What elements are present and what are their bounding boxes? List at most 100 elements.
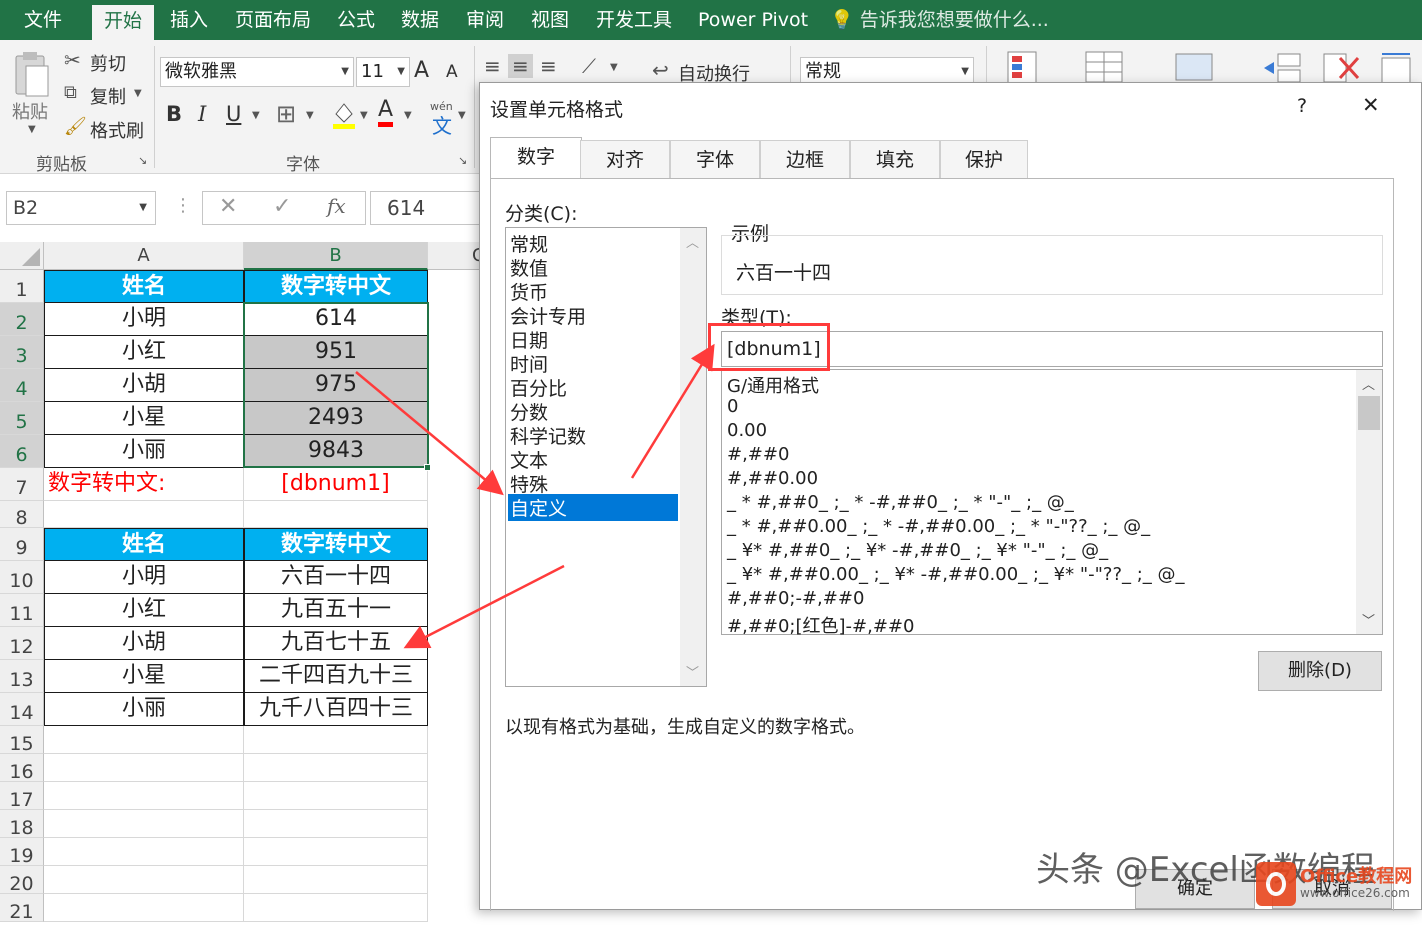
format-item[interactable]: #,##0 [727, 444, 789, 465]
table2-cell-chinese[interactable]: 九百五十一 [244, 594, 428, 627]
table1-cell-number[interactable]: 2493 [244, 402, 428, 435]
font-size-select[interactable]: 11 ▼ [356, 57, 410, 87]
bold-button[interactable]: B [166, 102, 182, 126]
row-header-4[interactable]: 4 [0, 369, 44, 402]
grow-font-button[interactable]: A [414, 58, 429, 83]
align-top-icon[interactable]: ≡ [484, 54, 501, 78]
column-header-a[interactable]: A [44, 242, 244, 270]
table1-cell-number[interactable]: 9843 [244, 435, 428, 468]
menu-page-layout[interactable]: 页面布局 [235, 0, 311, 40]
table2-header-name[interactable]: 姓名 [44, 528, 244, 561]
row-header-6[interactable]: 6 [0, 435, 44, 468]
tab-alignment[interactable]: 对齐 [580, 140, 670, 178]
category-item[interactable]: 常规 [510, 230, 548, 257]
table1-cell-number[interactable]: 975 [244, 369, 428, 402]
help-button[interactable]: ? [1297, 95, 1307, 117]
table2-cell-name[interactable]: 小丽 [44, 693, 244, 726]
format-list[interactable]: G/通用格式 0 0.00 #,##0 #,##0.00 _ * #,##0_ ;_ * … [721, 369, 1383, 637]
table2-header-converted[interactable]: 数字转中文 [244, 528, 428, 561]
dialog-launcher-icon[interactable]: ↘ [458, 154, 467, 167]
row-header-17[interactable]: 17 [0, 782, 44, 811]
menu-formulas[interactable]: 公式 [337, 0, 375, 40]
row-header-5[interactable]: 5 [0, 402, 44, 435]
table1-cell-name[interactable]: 小红 [44, 336, 244, 369]
table2-cell-chinese[interactable]: 九千八百四十三 [244, 693, 428, 726]
table2-cell-name[interactable]: 小胡 [44, 627, 244, 660]
row7-format-value[interactable]: [dbnum1] [244, 468, 428, 501]
tab-border[interactable]: 边框 [760, 140, 850, 178]
tab-fill[interactable]: 填充 [850, 140, 940, 178]
format-item[interactable]: _ * #,##0_ ;_ * -#,##0_ ;_ * "-"_ ;_ @_ [727, 492, 1074, 513]
row-header-7[interactable]: 7 [0, 468, 44, 501]
grid-cell[interactable] [44, 866, 244, 894]
table2-cell-chinese[interactable]: 二千四百九十三 [244, 660, 428, 693]
tab-font[interactable]: 字体 [670, 140, 760, 178]
select-all-corner[interactable] [0, 242, 44, 270]
scrollbar-thumb[interactable] [1358, 396, 1380, 430]
category-item[interactable]: 特殊 [510, 470, 548, 497]
category-item[interactable]: 文本 [510, 446, 548, 473]
shrink-font-button[interactable]: A [446, 62, 458, 82]
row-header-20[interactable]: 20 [0, 866, 44, 895]
borders-icon[interactable]: ⊞ [276, 100, 296, 128]
category-list[interactable]: 常规 数值 货币 会计专用 日期 时间 百分比 分数 科学记数 文本 特殊 自定义 ︿ ﹀ [505, 227, 707, 687]
tell-me-box[interactable]: 💡 告诉我您想要做什么... [830, 0, 1049, 40]
format-scrollbar[interactable]: ︿ ﹀ [1356, 370, 1382, 634]
italic-button[interactable]: I [198, 102, 206, 126]
format-item[interactable]: 0 [727, 396, 738, 417]
grid-cell[interactable] [44, 838, 244, 866]
format-painter-button[interactable]: 格式刷 [90, 117, 144, 143]
format-item[interactable]: _ ¥* #,##0.00_ ;_ ¥* -#,##0.00_ ;_ ¥* "-… [727, 564, 1185, 585]
row-header-13[interactable]: 13 [0, 660, 44, 693]
category-scrollbar[interactable]: ︿ ﹀ [680, 228, 706, 686]
cancel-icon[interactable]: ✕ [219, 194, 237, 219]
row-header-10[interactable]: 10 [0, 561, 44, 594]
tab-protection[interactable]: 保护 [940, 140, 1028, 178]
menu-insert[interactable]: 插入 [170, 0, 208, 40]
table2-cell-name[interactable]: 小红 [44, 594, 244, 627]
row-header-18[interactable]: 18 [0, 810, 44, 839]
insert-function-button[interactable]: fx [327, 194, 346, 218]
chevron-up-icon[interactable]: ︿ [1362, 374, 1375, 393]
grid-cell[interactable] [244, 866, 428, 894]
row-header-9[interactable]: 9 [0, 528, 44, 561]
close-icon[interactable]: ✕ [1362, 93, 1380, 117]
column-header-b[interactable]: B [244, 242, 428, 270]
chevron-up-icon[interactable]: ︿ [686, 232, 699, 251]
table2-cell-chinese[interactable]: 九百七十五 [244, 627, 428, 660]
align-middle-icon[interactable]: ≡ [508, 54, 533, 78]
grid-cell[interactable] [244, 726, 428, 754]
menu-power-pivot[interactable]: Power Pivot [698, 0, 808, 40]
table1-header-name[interactable]: 姓名 [44, 270, 244, 303]
row-header-12[interactable]: 12 [0, 627, 44, 660]
menu-review[interactable]: 审阅 [466, 0, 504, 40]
chevron-down-icon[interactable]: ﹀ [1362, 610, 1375, 629]
table1-cell-name[interactable]: 小丽 [44, 435, 244, 468]
menu-data[interactable]: 数据 [401, 0, 439, 40]
fill-handle[interactable] [424, 464, 431, 471]
row-header-3[interactable]: 3 [0, 336, 44, 369]
table1-cell-name[interactable]: 小星 [44, 402, 244, 435]
dialog-launcher-icon[interactable]: ↘ [138, 154, 147, 167]
menu-view[interactable]: 视图 [531, 0, 569, 40]
align-bottom-icon[interactable]: ≡ [540, 54, 557, 78]
orientation-icon[interactable]: ⟋ [582, 54, 596, 78]
row-header-15[interactable]: 15 [0, 726, 44, 755]
category-item[interactable]: 科学记数 [510, 422, 586, 449]
chevron-down-icon[interactable]: ﹀ [686, 662, 699, 681]
grid-cell[interactable] [44, 726, 244, 754]
grid-cell[interactable] [244, 838, 428, 866]
grid-cell[interactable] [244, 754, 428, 782]
row-header-19[interactable]: 19 [0, 838, 44, 867]
category-item[interactable]: 自定义 [508, 494, 678, 521]
name-box[interactable]: B2 ▼ [6, 191, 156, 225]
row-header-21[interactable]: 21 [0, 894, 44, 923]
grid-cell[interactable] [44, 894, 244, 922]
menu-file[interactable]: 文件 [24, 0, 62, 40]
format-item[interactable]: _ ¥* #,##0_ ;_ ¥* -#,##0_ ;_ ¥* "-"_ ;_ … [727, 540, 1108, 561]
menu-developer[interactable]: 开发工具 [596, 0, 672, 40]
fill-color-icon[interactable] [332, 100, 356, 130]
format-item[interactable]: #,##0.00 [727, 468, 818, 489]
table2-cell-name[interactable]: 小明 [44, 561, 244, 594]
delete-button[interactable]: 删除(D) [1258, 651, 1382, 691]
